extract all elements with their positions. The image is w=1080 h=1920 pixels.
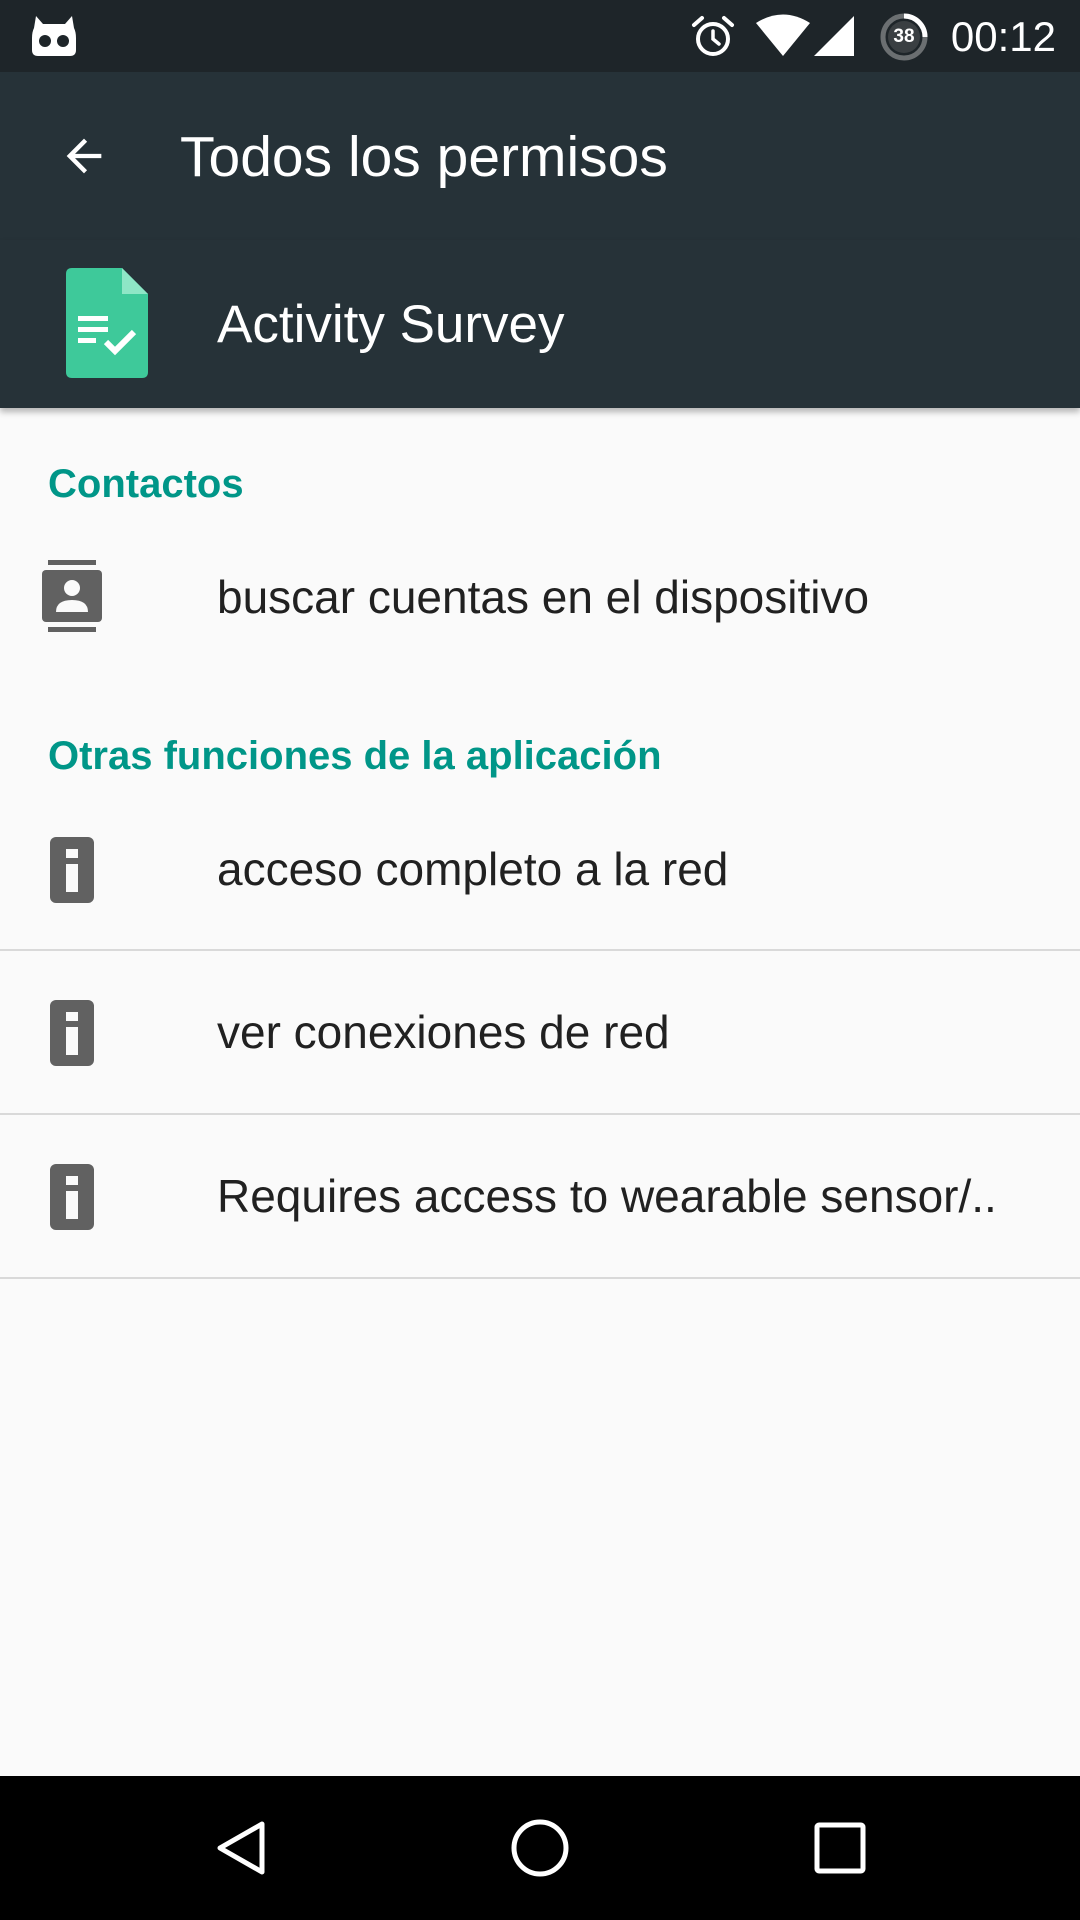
permission-row-accounts[interactable]: buscar cuentas en el dispositivo xyxy=(0,516,1080,679)
permission-row-wearable-sensor[interactable]: Requires access to wearable sensor/.. xyxy=(0,1115,1080,1278)
nav-back-button[interactable] xyxy=(180,1804,300,1892)
nav-recents-button[interactable] xyxy=(780,1804,900,1892)
back-triangle-icon xyxy=(217,1821,265,1875)
permission-label: Requires access to wearable sensor/.. xyxy=(217,1170,997,1222)
wifi-icon xyxy=(756,14,810,56)
nav-home-button[interactable] xyxy=(480,1804,600,1892)
survey-document-icon xyxy=(66,268,148,378)
recents-square-icon xyxy=(814,1822,866,1874)
permissions-screen: 38 00:12 Todos los permisos Activity Sur… xyxy=(0,0,1080,1920)
home-circle-icon xyxy=(511,1819,569,1877)
arrow-back-icon xyxy=(66,138,102,174)
cyanogen-notification-icon xyxy=(32,16,76,56)
contacts-icon xyxy=(42,559,102,632)
signal-icon xyxy=(814,16,854,56)
info-device-icon xyxy=(50,1163,94,1230)
page-title: Todos los permisos xyxy=(180,125,668,189)
app-name: Activity Survey xyxy=(217,295,565,354)
info-device-icon xyxy=(50,999,94,1066)
permission-row-network-connections[interactable]: ver conexiones de red xyxy=(0,951,1080,1114)
app-header: Activity Survey xyxy=(0,240,1080,408)
section-header-contacts: Contactos xyxy=(48,462,244,506)
permission-row-full-network[interactable]: acceso completo a la red xyxy=(0,788,1080,951)
back-button[interactable] xyxy=(36,108,132,204)
navigation-bar xyxy=(0,1776,1080,1920)
toolbar: Todos los permisos xyxy=(0,72,1080,240)
permission-label: acceso completo a la red xyxy=(217,843,729,895)
info-device-icon xyxy=(50,836,94,903)
status-clock: 00:12 xyxy=(950,13,1056,60)
section-header-other-features: Otras funciones de la aplicación xyxy=(48,734,662,778)
battery-level: 38 xyxy=(893,26,915,47)
status-bar: 38 00:12 xyxy=(0,0,1080,72)
alarm-icon xyxy=(692,16,734,56)
list-divider xyxy=(0,1277,1080,1279)
permission-label: buscar cuentas en el dispositivo xyxy=(217,571,870,623)
permission-label: ver conexiones de red xyxy=(217,1006,670,1058)
